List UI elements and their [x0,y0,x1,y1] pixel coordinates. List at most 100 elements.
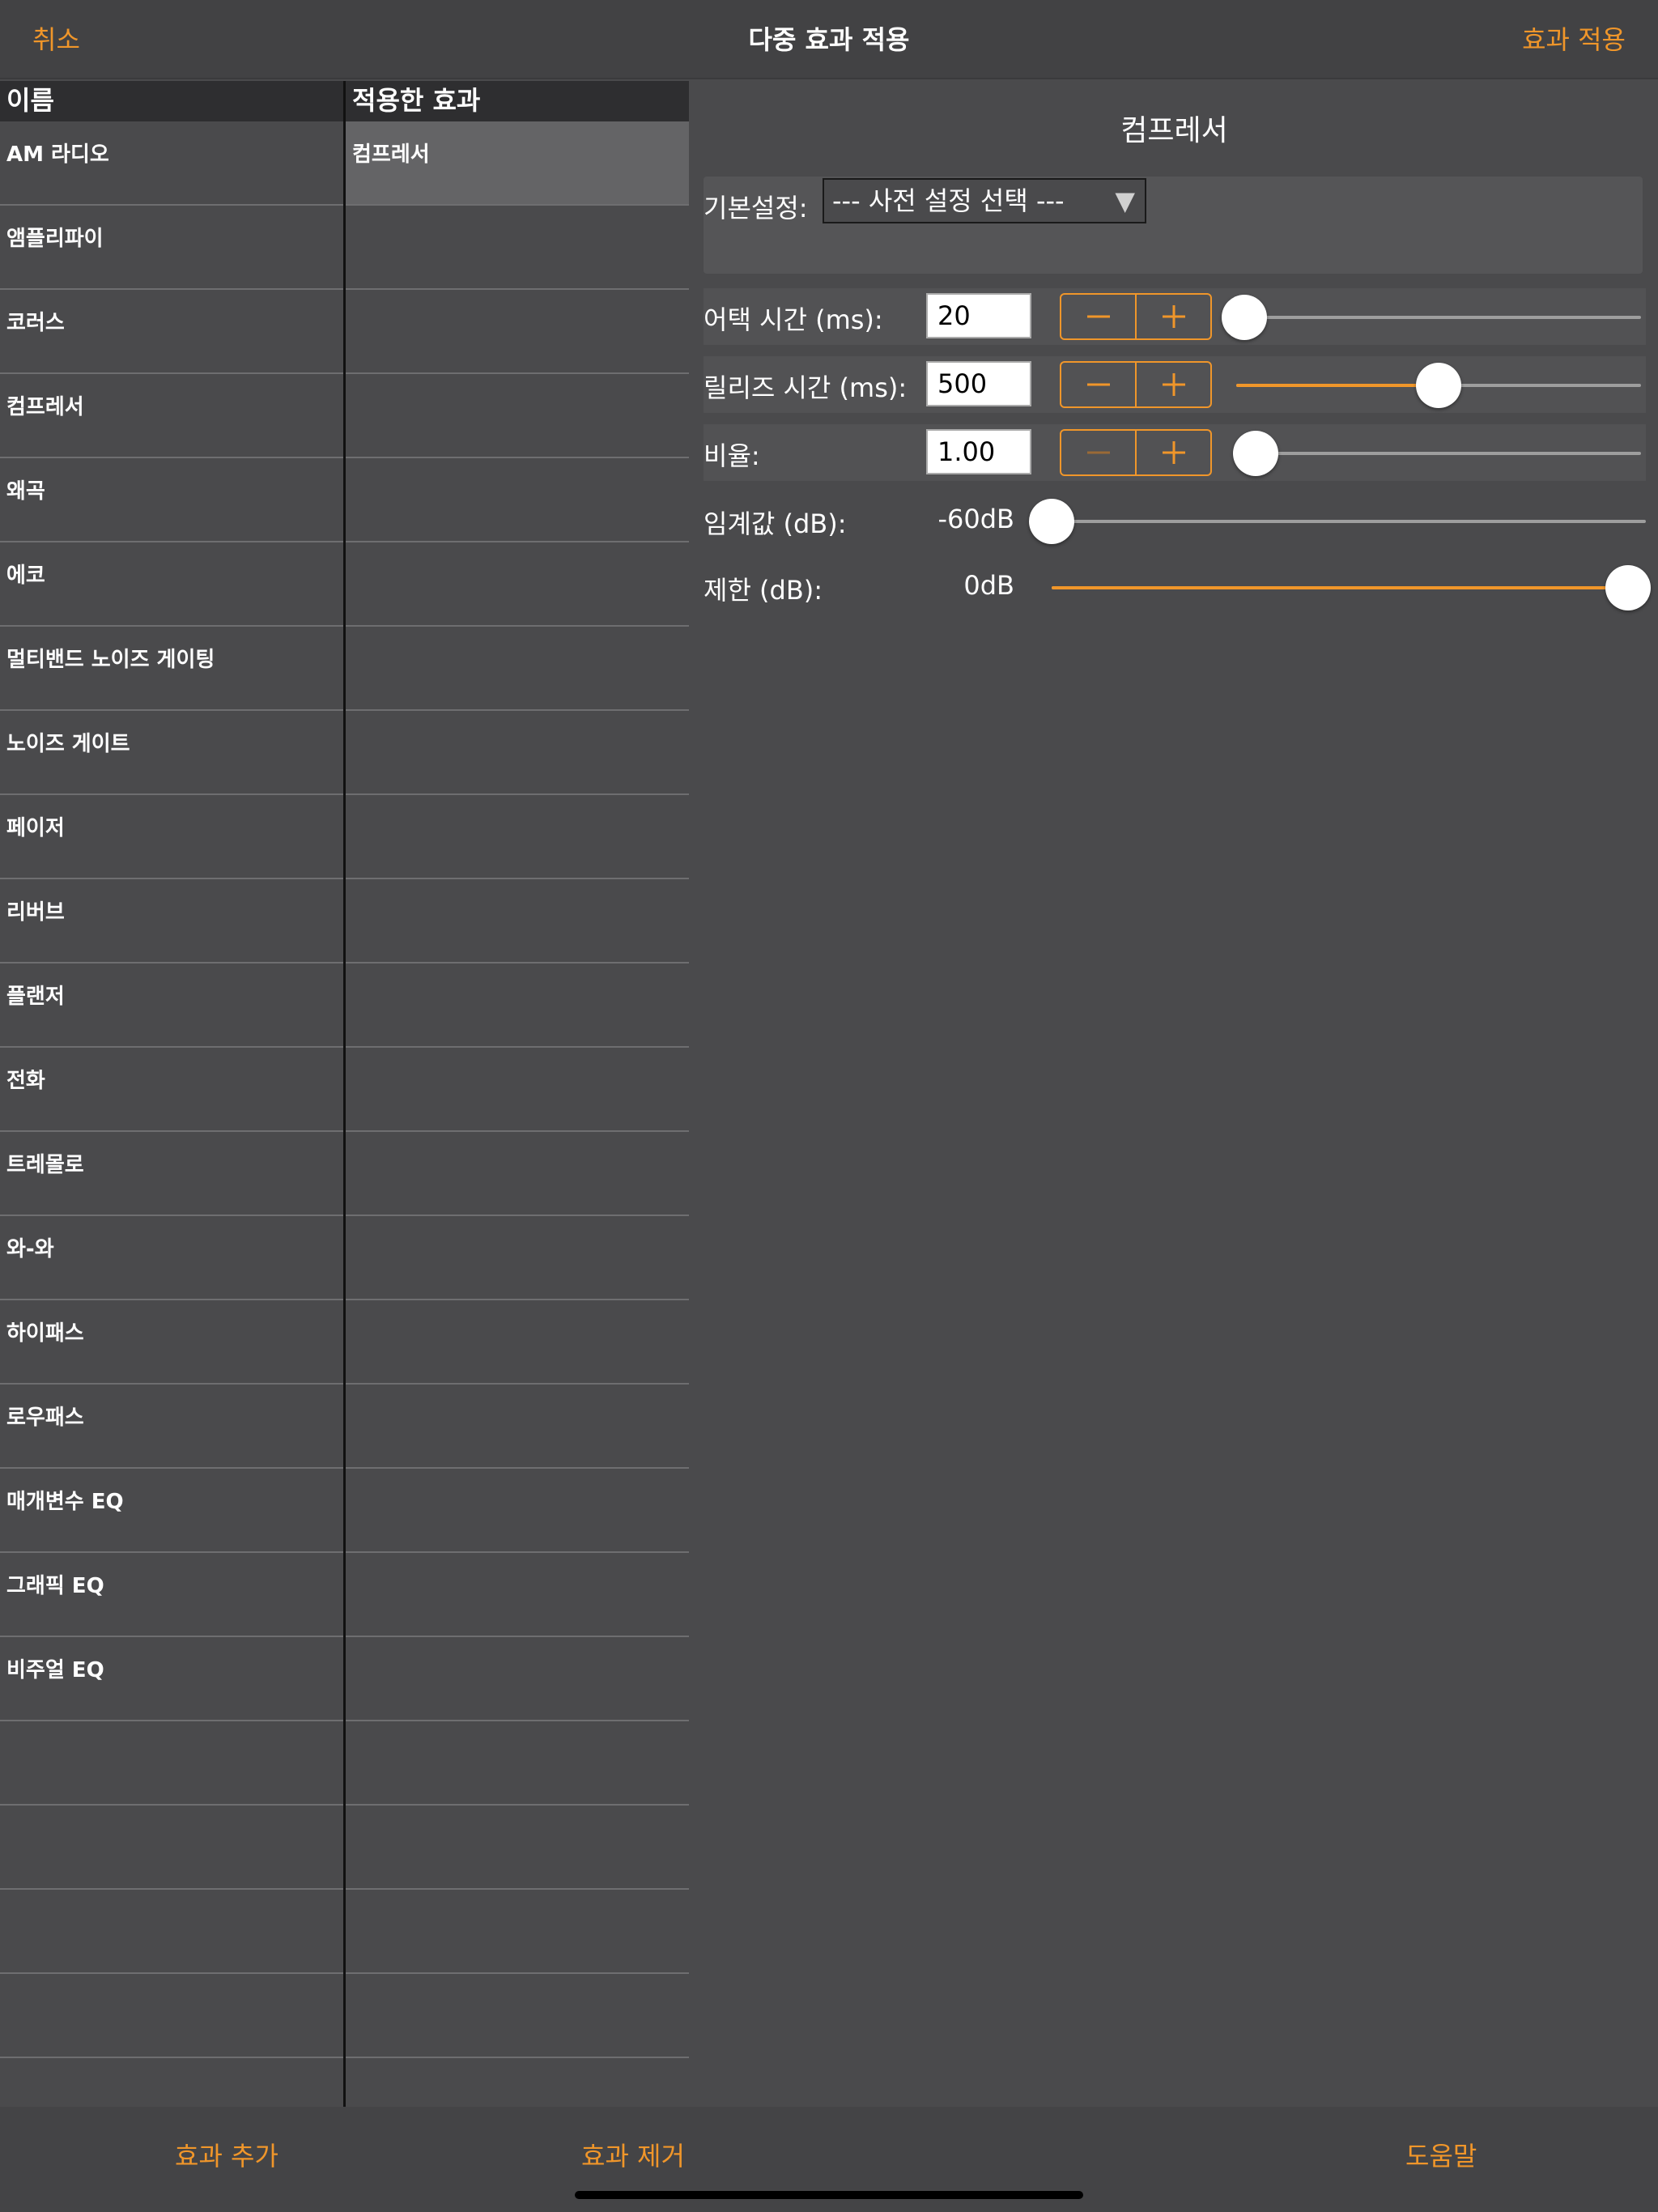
attack-label: 어택 시간 (ms): [704,304,883,335]
list-item[interactable] [346,627,689,711]
list-item[interactable] [346,879,689,963]
ratio-label: 비율: [704,440,760,471]
attack-decrement-button[interactable] [1061,295,1135,338]
list-item[interactable] [346,1806,689,1890]
list-item[interactable] [346,795,689,879]
slider-fill [1052,586,1628,589]
list-item[interactable] [346,1469,689,1553]
ratio-input[interactable]: 1.00 [926,429,1031,474]
attack-slider[interactable] [1222,293,1641,342]
slider-thumb[interactable] [1416,363,1461,408]
list-item[interactable]: 플랜저 [0,963,343,1048]
plus-icon [1162,441,1185,464]
list-item[interactable]: 멀티밴드 노이즈 게이팅 [0,627,343,711]
list-item[interactable] [346,1385,689,1469]
remove-effect-button[interactable]: 효과 제거 [581,2136,685,2173]
list-item[interactable] [346,374,689,458]
list-item[interactable]: 로우패스 [0,1385,343,1469]
list-item[interactable]: 컴프레서 [346,121,689,206]
list-item[interactable]: AM 라디오 [0,121,343,206]
list-item[interactable]: 전화 [0,1048,343,1132]
slider-track [1256,452,1641,455]
release-decrement-button[interactable] [1061,363,1135,406]
release-input[interactable]: 500 [926,361,1031,406]
list-item[interactable] [346,1637,689,1721]
slider-track [1236,316,1641,319]
ratio-increment-button[interactable] [1135,431,1210,474]
param-row-threshold: 임계값 (dB): -60dB [704,492,1646,549]
param-row-release: 릴리즈 시간 (ms): 500 [704,356,1646,413]
applied-effects-list: 적용한 효과 컴프레서 [346,81,689,2107]
threshold-slider[interactable] [1029,497,1646,546]
home-indicator [575,2191,1083,2199]
list-item[interactable] [346,1890,689,1974]
list-item[interactable]: 컴프레서 [0,374,343,458]
release-stepper [1060,361,1212,408]
release-slider[interactable] [1236,361,1641,410]
minus-icon [1086,383,1110,386]
list-item[interactable]: 페이저 [0,795,343,879]
limit-label: 제한 (dB): [704,575,823,606]
minus-icon [1086,315,1110,318]
list-item[interactable] [346,1300,689,1385]
list-item[interactable]: 그래픽 EQ [0,1553,343,1637]
list-item[interactable] [346,1048,689,1132]
list-item[interactable] [346,1974,689,2058]
list-item[interactable]: 매개변수 EQ [0,1469,343,1553]
ratio-slider[interactable] [1233,429,1641,478]
list-item[interactable] [346,206,689,290]
attack-increment-button[interactable] [1135,295,1210,338]
list-item[interactable] [346,711,689,795]
list-item[interactable]: 에코 [0,542,343,627]
list-item[interactable] [346,1553,689,1637]
ratio-decrement-button[interactable] [1061,431,1135,474]
list-item[interactable]: 리버브 [0,879,343,963]
effects-rows: AM 라디오 앰플리파이 코러스 컴프레서 왜곡 에코 멀티밴드 노이즈 게이팅 노이즈 게이… [0,121,343,2107]
effect-title: 컴프레서 [1120,114,1228,147]
list-item[interactable]: 와-와 [0,1216,343,1300]
list-item[interactable]: 비주얼 EQ [0,1637,343,1721]
list-item[interactable] [346,1721,689,1806]
list-item[interactable]: 왜곡 [0,458,343,542]
list-item[interactable]: 하이패스 [0,1300,343,1385]
applied-list-header: 적용한 효과 [346,81,689,121]
list-item[interactable] [346,290,689,374]
list-item[interactable] [346,542,689,627]
attack-input[interactable]: 20 [926,293,1031,338]
list-item[interactable] [0,1974,343,2058]
plus-icon [1162,305,1185,328]
applied-rows: 컴프레서 [346,121,689,2107]
list-item[interactable] [346,1216,689,1300]
list-item[interactable] [0,1721,343,1806]
help-button[interactable]: 도움말 [1405,2136,1477,2173]
list-item[interactable] [346,963,689,1048]
ratio-stepper [1060,429,1212,476]
list-item[interactable] [0,1806,343,1890]
list-item[interactable]: 코러스 [0,290,343,374]
list-item[interactable]: 앰플리파이 [0,206,343,290]
slider-thumb[interactable] [1222,295,1267,340]
list-item[interactable]: 트레몰로 [0,1132,343,1216]
release-increment-button[interactable] [1135,363,1210,406]
attack-stepper [1060,293,1212,340]
list-item[interactable]: 노이즈 게이트 [0,711,343,795]
navigation-bar: 취소 다중 효과 적용 효과 적용 [0,0,1658,79]
dropdown-arrow-icon: ▼ [1115,185,1135,216]
cancel-button[interactable]: 취소 [32,19,80,57]
slider-thumb[interactable] [1233,431,1278,476]
effects-list: 이름 AM 라디오 앰플리파이 코러스 컴프레서 왜곡 에코 멀티밴드 노이즈 게이팅 노이즈… [0,81,346,2107]
list-item[interactable] [0,2058,343,2107]
list-item[interactable] [346,2058,689,2107]
apply-effects-button[interactable]: 효과 적용 [1522,19,1626,57]
add-effect-button[interactable]: 효과 추가 [175,2136,278,2173]
slider-thumb[interactable] [1605,565,1651,610]
limit-value: 0dB [963,570,1014,601]
slider-thumb[interactable] [1029,499,1074,544]
threshold-value: -60dB [937,504,1014,534]
list-item[interactable] [0,1890,343,1974]
list-item[interactable] [346,1132,689,1216]
preset-select[interactable]: --- 사전 설정 선택 --- ▼ [823,178,1146,223]
list-item[interactable] [346,458,689,542]
page-title: 다중 효과 적용 [748,24,910,55]
limit-slider[interactable] [1052,564,1651,612]
